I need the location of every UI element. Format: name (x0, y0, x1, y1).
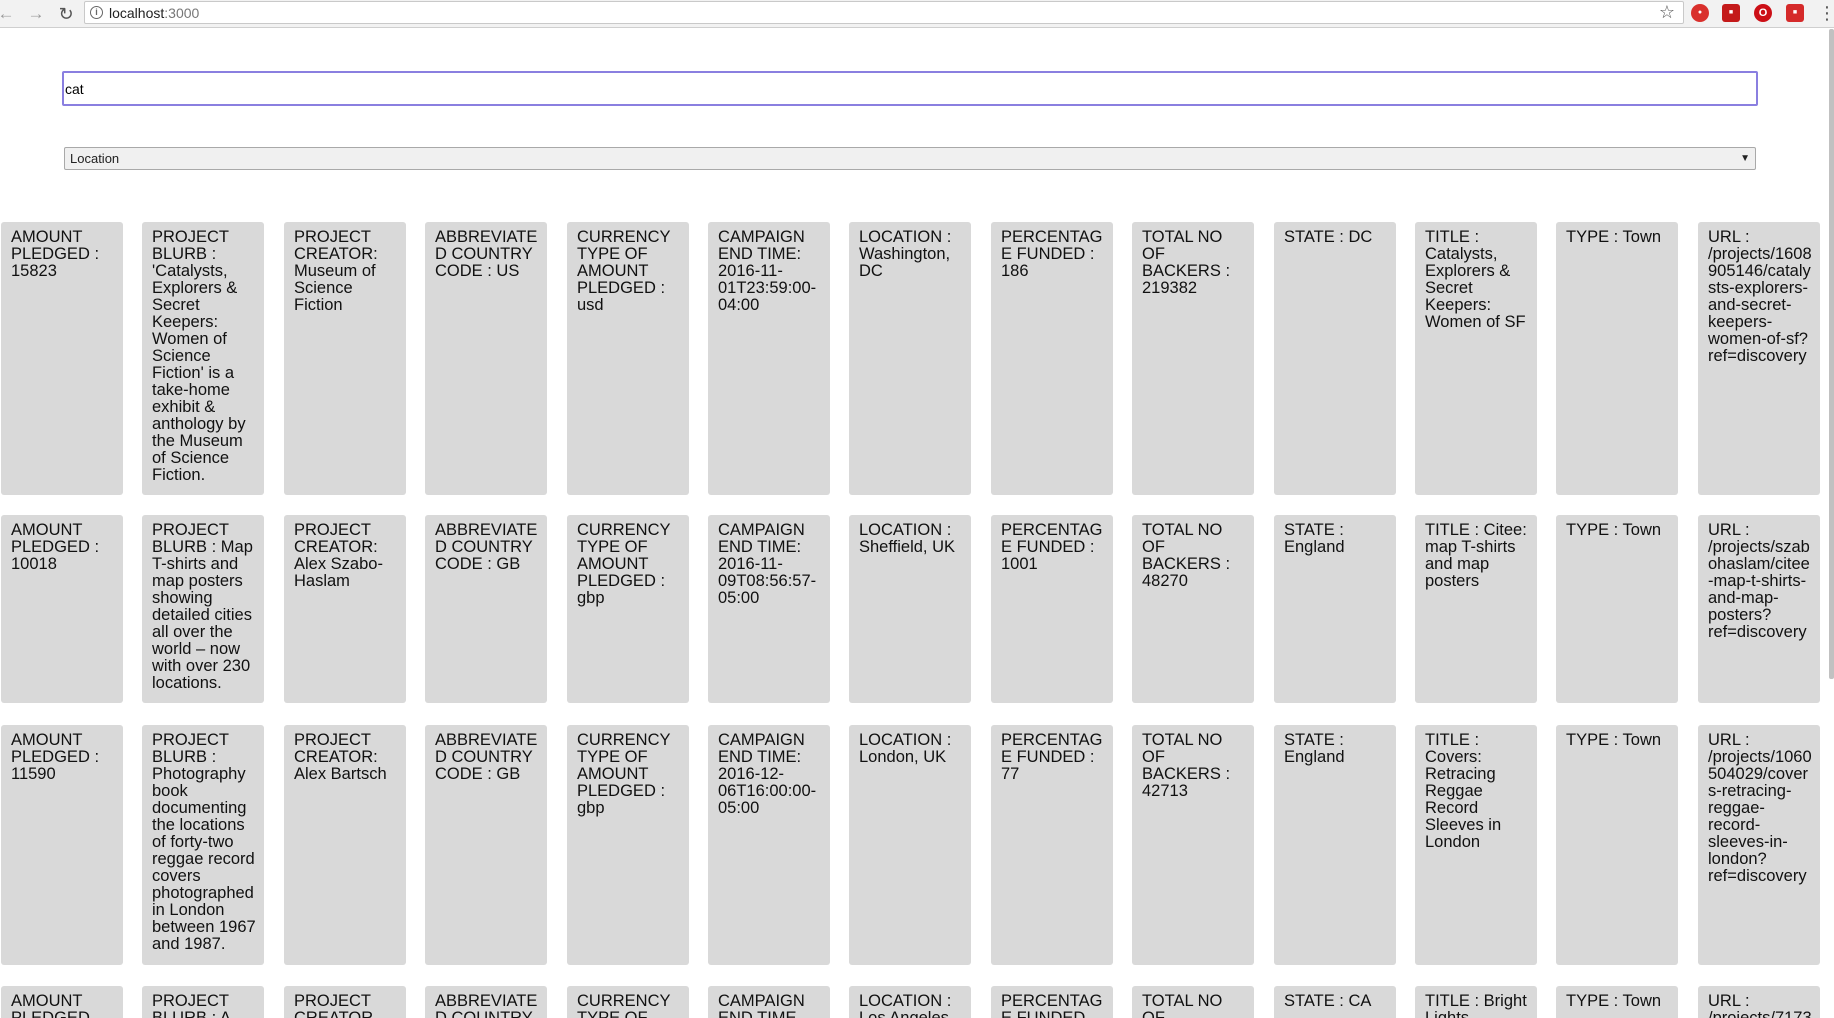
card-campaign-end-time: CAMPAIGN END TIME: 2016-12-06T16:00:00-0… (708, 725, 830, 965)
card-project-blurb: PROJECT BLURB : 'Catalysts, Explorers & … (142, 222, 264, 495)
card-campaign-end-time: CAMPAIGN END TIME (708, 986, 830, 1018)
extension-icon-2[interactable]: ■ (1722, 4, 1740, 22)
card-total-backers: TOTAL NO OF BACKERS : 219382 (1132, 222, 1254, 495)
browser-menu-icon[interactable]: ⋮ (1818, 2, 1834, 24)
card-percentage-funded: PERCENTAGE FUNDED (991, 986, 1113, 1018)
card-url: URL : /projects/1060504029/covers-retrac… (1698, 725, 1820, 965)
back-arrow-icon[interactable]: ← (0, 3, 17, 25)
card-campaign-end-time: CAMPAIGN END TIME: 2016-11-01T23:59:00-0… (708, 222, 830, 495)
card-project-blurb: PROJECT BLURB : A (142, 986, 264, 1018)
card-state: STATE : DC (1274, 222, 1396, 495)
location-filter-select[interactable]: Location ▼ (64, 147, 1756, 170)
url-port: :3000 (164, 5, 200, 21)
card-project-creator: PROJECT CREATOR: Alex Bartsch (284, 725, 406, 965)
extension-icon-1[interactable]: ● (1691, 4, 1709, 22)
card-title: TITLE : Citee: map T-shirts and map post… (1415, 515, 1537, 703)
card-project-creator: PROJECT CREATOR (284, 986, 406, 1018)
card-project-creator: PROJECT CREATOR: Alex Szabo-Haslam (284, 515, 406, 703)
search-input[interactable] (62, 71, 1758, 106)
card-type: TYPE : Town (1556, 222, 1678, 495)
card-amount-pledged: AMOUNT PLEDGED (1, 986, 123, 1018)
card-state: STATE : CA (1274, 986, 1396, 1018)
result-row: AMOUNT PLEDGED : 15823 PROJECT BLURB : 'C… (0, 222, 1834, 495)
card-location: LOCATION : Sheffield, UK (849, 515, 971, 703)
reload-icon[interactable]: ↻ (55, 3, 77, 25)
card-campaign-end-time: CAMPAIGN END TIME: 2016-11-09T08:56:57-0… (708, 515, 830, 703)
card-currency-type: CURRENCY TYPE OF (567, 986, 689, 1018)
card-amount-pledged: AMOUNT PLEDGED : 11590 (1, 725, 123, 965)
address-bar-url[interactable]: localhost:3000 (109, 5, 199, 21)
extension-icon-4[interactable]: ■ (1786, 4, 1804, 22)
bookmark-star-icon[interactable]: ☆ (1659, 2, 1675, 23)
card-state: STATE : England (1274, 725, 1396, 965)
card-url: URL : /projects/1608905146/catalysts-exp… (1698, 222, 1820, 495)
result-row: AMOUNT PLEDGED : 11590 PROJECT BLURB : Ph… (0, 725, 1834, 965)
card-percentage-funded: PERCENTAGE FUNDED : 186 (991, 222, 1113, 495)
card-title: TITLE : Covers: Retracing Reggae Record … (1415, 725, 1537, 965)
card-total-backers: TOTAL NO OF BACKERS : 48270 (1132, 515, 1254, 703)
card-country-code: ABBREVIATED COUNTRY CODE : GB (425, 515, 547, 703)
page-content: Location ▼ AMOUNT PLEDGED : 15823PROJECT… (0, 29, 1834, 1018)
location-filter-value: Location (70, 151, 120, 166)
card-type: TYPE : Town (1556, 986, 1678, 1018)
card-location: LOCATION : Los Angeles (849, 986, 971, 1018)
card-type: TYPE : Town (1556, 515, 1678, 703)
forward-arrow-icon[interactable]: → (25, 3, 47, 25)
url-host: localhost (109, 5, 165, 21)
card-title: TITLE : Catalysts, Explorers & Secret Ke… (1415, 222, 1537, 495)
info-icon[interactable]: i (90, 6, 103, 19)
card-title: TITLE : Bright Lights (1415, 986, 1537, 1018)
card-total-backers: TOTAL NO OF BACKERS : 42713 (1132, 725, 1254, 965)
card-percentage-funded: PERCENTAGE FUNDED : 1001 (991, 515, 1113, 703)
card-country-code: ABBREVIATED COUNTRY CODE : GB (425, 725, 547, 965)
card-currency-type: CURRENCY TYPE OF AMOUNT PLEDGED : gbp (567, 515, 689, 703)
card-url: URL : /projects/szabohaslam/citee-map-t-… (1698, 515, 1820, 703)
card-currency-type: CURRENCY TYPE OF AMOUNT PLEDGED : usd (567, 222, 689, 495)
result-row: AMOUNT PLEDGED PROJECT BLURB : A PROJECT C… (0, 986, 1834, 1018)
card-project-creator: PROJECT CREATOR: Museum of Science Ficti… (284, 222, 406, 495)
card-total-backers: TOTAL NO OF (1132, 986, 1254, 1018)
card-url: URL : /projects/7173 (1698, 986, 1820, 1018)
result-row: AMOUNT PLEDGED : 10018 PROJECT BLURB : Ma… (0, 515, 1834, 703)
card-location: LOCATION : Washington, DC (849, 222, 971, 495)
card-type: TYPE : Town (1556, 725, 1678, 965)
opera-extension-icon[interactable]: O (1754, 4, 1772, 22)
card-amount-pledged: AMOUNT PLEDGED : 15823 (1, 222, 123, 495)
card-location: LOCATION : London, UK (849, 725, 971, 965)
card-project-blurb: PROJECT BLURB : Photography book documen… (142, 725, 264, 965)
browser-toolbar: ← → ↻ i localhost:3000 ☆ ● ■ O ■ ⋮ (0, 0, 1834, 28)
dropdown-caret-icon: ▼ (1740, 153, 1750, 164)
card-country-code: ABBREVIATED COUNTRY CODE : US (425, 222, 547, 495)
card-country-code: ABBREVIATED COUNTRY (425, 986, 547, 1018)
card-state: STATE : England (1274, 515, 1396, 703)
address-bar[interactable]: i localhost:3000 ☆ (84, 1, 1684, 24)
card-amount-pledged: AMOUNT PLEDGED : 10018 (1, 515, 123, 703)
card-currency-type: CURRENCY TYPE OF AMOUNT PLEDGED : gbp (567, 725, 689, 965)
card-percentage-funded: PERCENTAGE FUNDED : 77 (991, 725, 1113, 965)
card-project-blurb: PROJECT BLURB : Map T-shirts and map pos… (142, 515, 264, 703)
